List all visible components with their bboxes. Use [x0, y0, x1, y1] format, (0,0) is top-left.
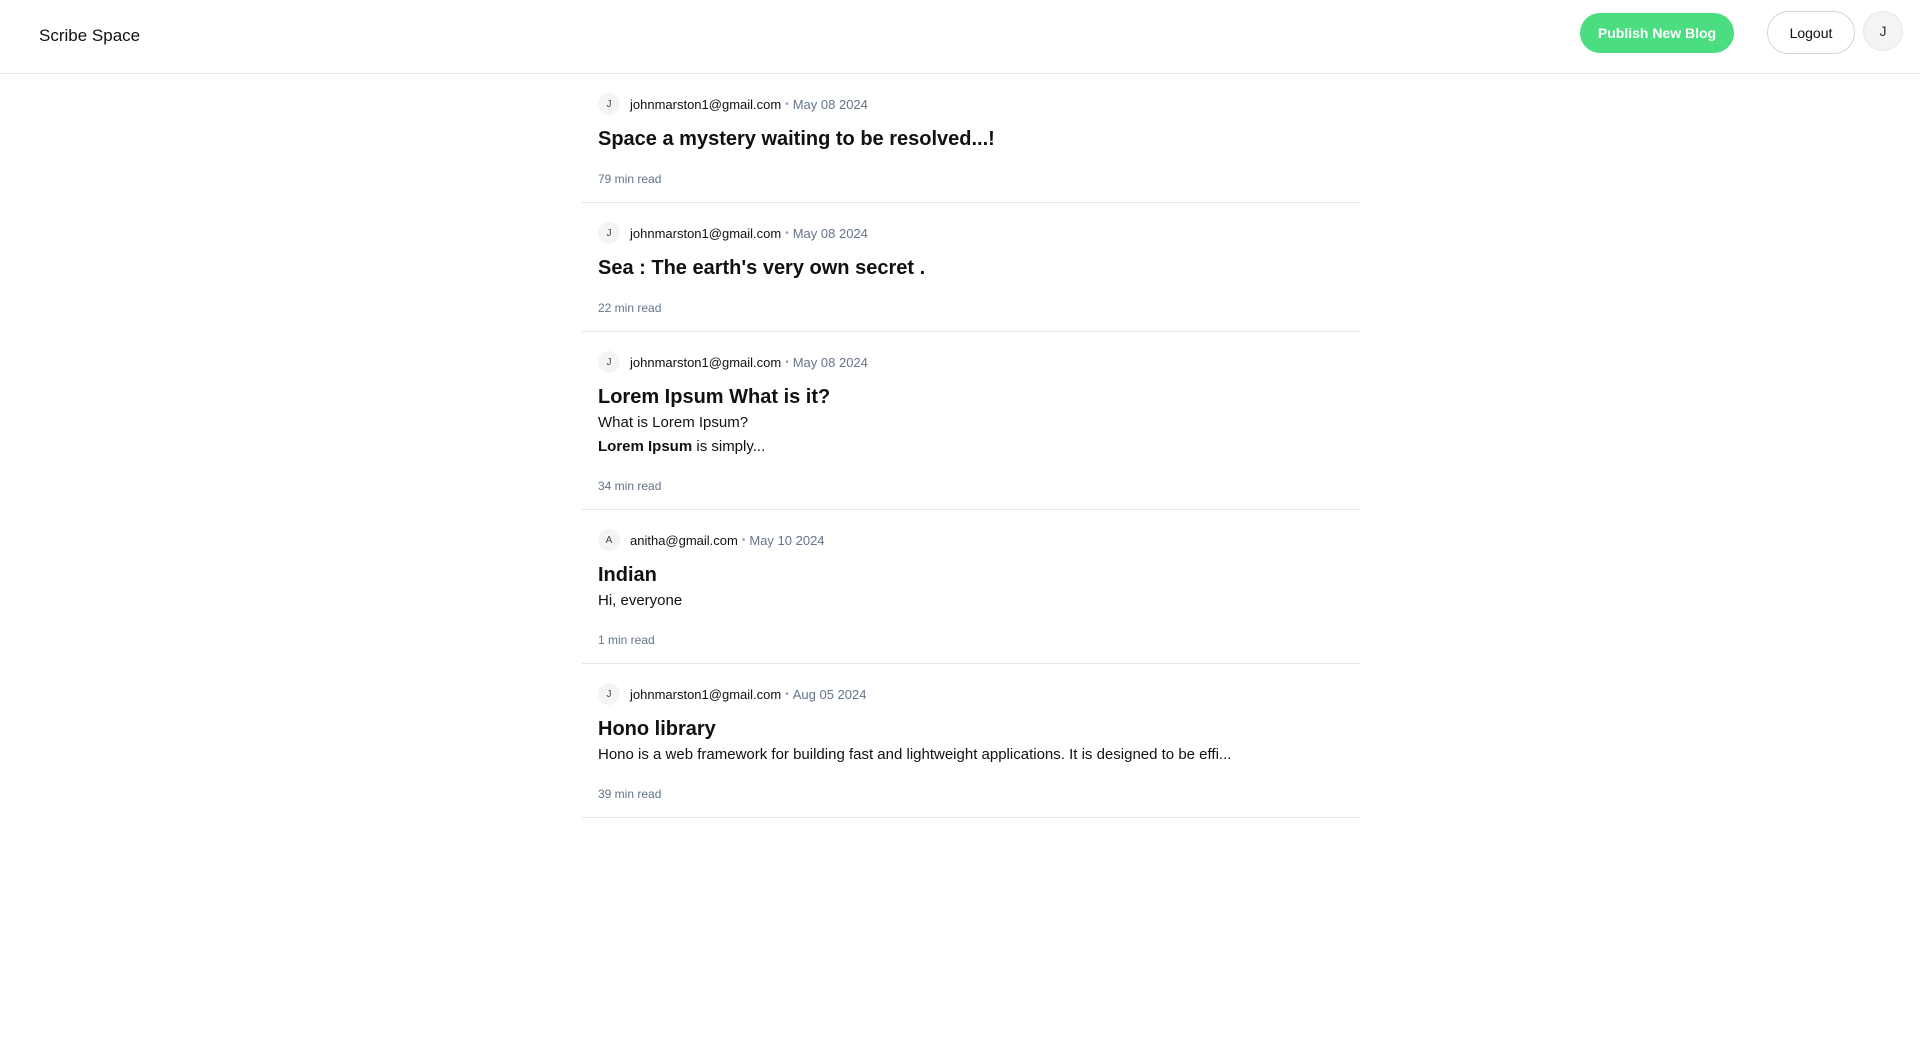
publish-date: May 08 2024 [792, 225, 868, 241]
publish-date: May 08 2024 [792, 96, 868, 112]
blog-card[interactable]: J johnmarston1@gmail.com • May 08 2024 S… [582, 74, 1360, 203]
publish-new-blog-button[interactable]: Publish New Blog [1580, 13, 1734, 53]
meta-separator: • [785, 688, 789, 700]
read-time: 39 min read [598, 787, 662, 801]
post-title: Indian [598, 564, 657, 586]
post-title: Hono library [598, 718, 716, 740]
author-avatar: J [598, 222, 620, 244]
author-name: johnmarston1@gmail.com [630, 225, 782, 241]
blog-feed: J johnmarston1@gmail.com • May 08 2024 S… [582, 74, 1360, 818]
blog-card[interactable]: J johnmarston1@gmail.com • May 08 2024 S… [582, 203, 1360, 332]
author-name: johnmarston1@gmail.com [630, 354, 782, 370]
blog-card[interactable]: J johnmarston1@gmail.com • Aug 05 2024 H… [582, 664, 1360, 818]
post-title: Lorem Ipsum What is it? [598, 386, 831, 408]
excerpt-bold: Lorem Ipsum [598, 438, 693, 455]
author-name: johnmarston1@gmail.com [630, 96, 782, 112]
post-meta: J johnmarston1@gmail.com • May 08 2024 [598, 350, 1344, 374]
author-avatar: J [598, 683, 620, 705]
read-time: 1 min read [598, 633, 655, 647]
read-time: 22 min read [598, 301, 662, 315]
post-meta: A anitha@gmail.com • May 10 2024 [598, 528, 1344, 552]
read-time: 34 min read [598, 479, 662, 493]
meta-separator: • [785, 356, 789, 368]
post-meta: J johnmarston1@gmail.com • Aug 05 2024 [598, 682, 1344, 706]
meta-separator: • [785, 227, 789, 239]
user-avatar[interactable]: J [1863, 11, 1903, 51]
meta-separator: • [785, 98, 789, 110]
author-avatar: J [598, 93, 620, 115]
publish-date: Aug 05 2024 [792, 686, 867, 702]
author-avatar: J [598, 351, 620, 373]
brand-link[interactable]: Scribe Space [39, 26, 140, 46]
post-meta: J johnmarston1@gmail.com • May 08 2024 [598, 92, 1344, 116]
author-name: anitha@gmail.com [630, 532, 738, 548]
post-excerpt: Hono is a web framework for building fas… [598, 746, 1232, 763]
meta-separator: • [741, 534, 746, 546]
excerpt-line: Lorem Ipsum is simply... [598, 435, 1344, 459]
post-title: Sea : The earth's very own secret . [598, 257, 926, 279]
blog-card[interactable]: J johnmarston1@gmail.com • May 08 2024 L… [582, 332, 1360, 510]
post-excerpt: Hi, everyone [598, 592, 683, 609]
blog-card[interactable]: A anitha@gmail.com • May 10 2024 Indian … [582, 510, 1360, 664]
post-meta: J johnmarston1@gmail.com • May 08 2024 [598, 221, 1344, 245]
publish-date: May 08 2024 [792, 354, 868, 370]
app-bar: Scribe Space Publish New Blog Logout J [0, 0, 1920, 74]
excerpt-rest: is simply... [692, 438, 766, 455]
author-avatar: A [598, 529, 620, 551]
author-name: johnmarston1@gmail.com [630, 686, 782, 702]
post-excerpt: What is Lorem Ipsum? Lorem Ipsum is simp… [598, 411, 1344, 459]
post-title: Space a mystery waiting to be resolved..… [598, 128, 995, 150]
excerpt-line: What is Lorem Ipsum? [598, 414, 749, 431]
logout-button[interactable]: Logout [1767, 11, 1855, 54]
read-time: 79 min read [598, 172, 662, 186]
publish-date: May 10 2024 [749, 532, 825, 548]
